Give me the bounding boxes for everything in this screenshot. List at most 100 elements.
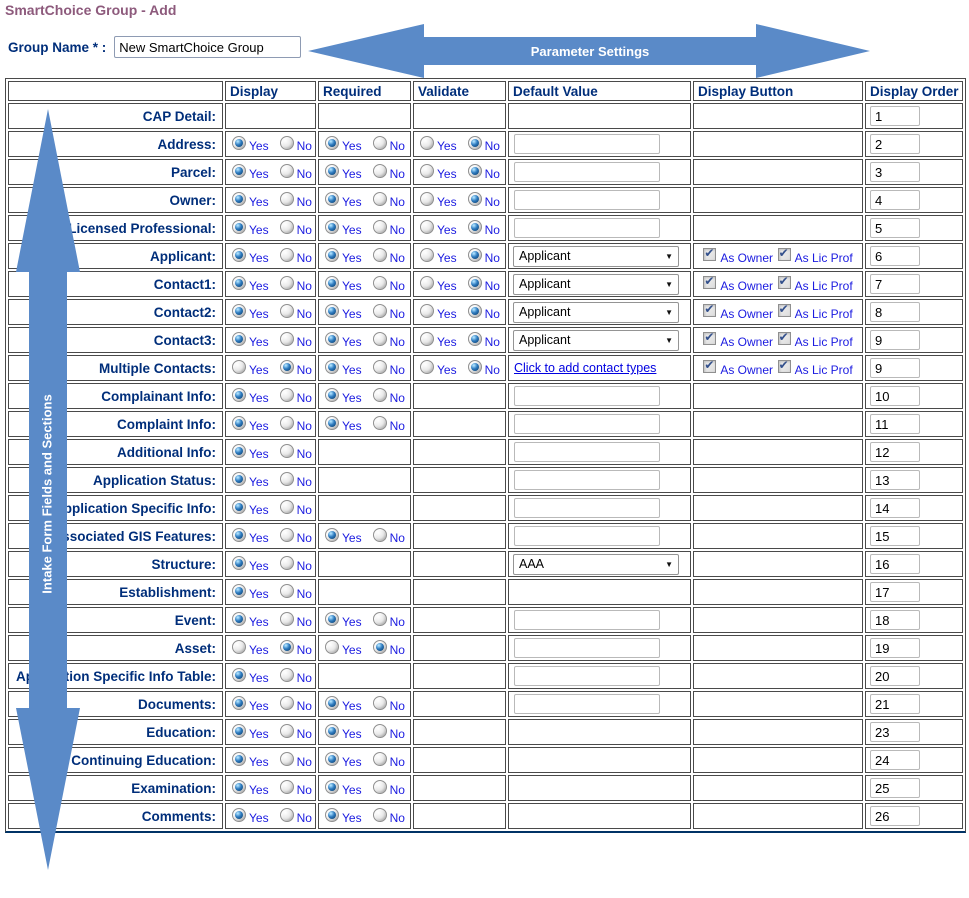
display-no-radio[interactable] [280, 360, 294, 374]
default-value-input[interactable] [514, 498, 660, 518]
required-yes-radio[interactable] [325, 416, 339, 430]
display-no-radio[interactable] [280, 668, 294, 682]
required-no-radio[interactable] [373, 612, 387, 626]
group-name-input[interactable] [114, 36, 301, 58]
validate-no-radio[interactable] [468, 360, 482, 374]
default-value-select[interactable]: Applicant▼ [513, 274, 679, 295]
display-no-radio[interactable] [280, 332, 294, 346]
add-contact-types-link[interactable]: Click to add contact types [514, 361, 656, 375]
display-yes-radio[interactable] [232, 164, 246, 178]
as-owner-checkbox[interactable] [703, 276, 716, 289]
required-yes-radio[interactable] [325, 696, 339, 710]
display-no-radio[interactable] [280, 556, 294, 570]
required-no-radio[interactable] [373, 808, 387, 822]
required-no-radio[interactable] [373, 220, 387, 234]
display-yes-radio[interactable] [232, 500, 246, 514]
display-order-input[interactable] [870, 470, 920, 490]
validate-yes-radio[interactable] [420, 276, 434, 290]
default-value-input[interactable] [514, 526, 660, 546]
display-order-input[interactable] [870, 386, 920, 406]
as-lic-prof-checkbox[interactable] [778, 332, 791, 345]
display-no-radio[interactable] [280, 612, 294, 626]
as-lic-prof-checkbox[interactable] [778, 304, 791, 317]
required-yes-radio[interactable] [325, 388, 339, 402]
display-yes-radio[interactable] [232, 304, 246, 318]
validate-no-radio[interactable] [468, 220, 482, 234]
display-no-radio[interactable] [280, 752, 294, 766]
required-no-radio[interactable] [373, 752, 387, 766]
default-value-input[interactable] [514, 610, 660, 630]
default-value-input[interactable] [514, 162, 660, 182]
validate-yes-radio[interactable] [420, 136, 434, 150]
required-yes-radio[interactable] [325, 276, 339, 290]
validate-yes-radio[interactable] [420, 192, 434, 206]
display-order-input[interactable] [870, 330, 920, 350]
default-value-input[interactable] [514, 442, 660, 462]
required-no-radio[interactable] [373, 192, 387, 206]
display-order-input[interactable] [870, 610, 920, 630]
default-value-select[interactable]: Applicant▼ [513, 246, 679, 267]
display-no-radio[interactable] [280, 528, 294, 542]
validate-yes-radio[interactable] [420, 304, 434, 318]
display-no-radio[interactable] [280, 808, 294, 822]
display-order-input[interactable] [870, 302, 920, 322]
display-no-radio[interactable] [280, 192, 294, 206]
display-no-radio[interactable] [280, 724, 294, 738]
required-no-radio[interactable] [373, 528, 387, 542]
display-order-input[interactable] [870, 442, 920, 462]
required-yes-radio[interactable] [325, 752, 339, 766]
validate-yes-radio[interactable] [420, 248, 434, 262]
required-yes-radio[interactable] [325, 780, 339, 794]
default-value-select[interactable]: Applicant▼ [513, 330, 679, 351]
display-no-radio[interactable] [280, 472, 294, 486]
display-order-input[interactable] [870, 694, 920, 714]
display-order-input[interactable] [870, 666, 920, 686]
display-no-radio[interactable] [280, 640, 294, 654]
display-order-input[interactable] [870, 162, 920, 182]
display-order-input[interactable] [870, 722, 920, 742]
display-yes-radio[interactable] [232, 752, 246, 766]
display-order-input[interactable] [870, 526, 920, 546]
display-order-input[interactable] [870, 106, 920, 126]
display-no-radio[interactable] [280, 500, 294, 514]
required-yes-radio[interactable] [325, 192, 339, 206]
display-order-input[interactable] [870, 246, 920, 266]
display-yes-radio[interactable] [232, 640, 246, 654]
required-no-radio[interactable] [373, 248, 387, 262]
display-no-radio[interactable] [280, 444, 294, 458]
display-no-radio[interactable] [280, 220, 294, 234]
display-yes-radio[interactable] [232, 416, 246, 430]
as-owner-checkbox[interactable] [703, 360, 716, 373]
display-no-radio[interactable] [280, 584, 294, 598]
display-yes-radio[interactable] [232, 780, 246, 794]
as-owner-checkbox[interactable] [703, 332, 716, 345]
required-no-radio[interactable] [373, 276, 387, 290]
validate-yes-radio[interactable] [420, 332, 434, 346]
required-no-radio[interactable] [373, 696, 387, 710]
display-yes-radio[interactable] [232, 248, 246, 262]
display-yes-radio[interactable] [232, 388, 246, 402]
required-no-radio[interactable] [373, 164, 387, 178]
display-yes-radio[interactable] [232, 724, 246, 738]
required-yes-radio[interactable] [325, 640, 339, 654]
default-value-input[interactable] [514, 638, 660, 658]
display-yes-radio[interactable] [232, 612, 246, 626]
validate-yes-radio[interactable] [420, 360, 434, 374]
display-yes-radio[interactable] [232, 444, 246, 458]
display-no-radio[interactable] [280, 416, 294, 430]
default-value-input[interactable] [514, 470, 660, 490]
required-no-radio[interactable] [373, 332, 387, 346]
validate-no-radio[interactable] [468, 276, 482, 290]
display-order-input[interactable] [870, 750, 920, 770]
display-yes-radio[interactable] [232, 192, 246, 206]
display-no-radio[interactable] [280, 276, 294, 290]
required-yes-radio[interactable] [325, 808, 339, 822]
display-yes-radio[interactable] [232, 668, 246, 682]
display-order-input[interactable] [870, 414, 920, 434]
as-lic-prof-checkbox[interactable] [778, 276, 791, 289]
required-no-radio[interactable] [373, 640, 387, 654]
display-yes-radio[interactable] [232, 808, 246, 822]
validate-no-radio[interactable] [468, 136, 482, 150]
display-yes-radio[interactable] [232, 360, 246, 374]
display-no-radio[interactable] [280, 388, 294, 402]
